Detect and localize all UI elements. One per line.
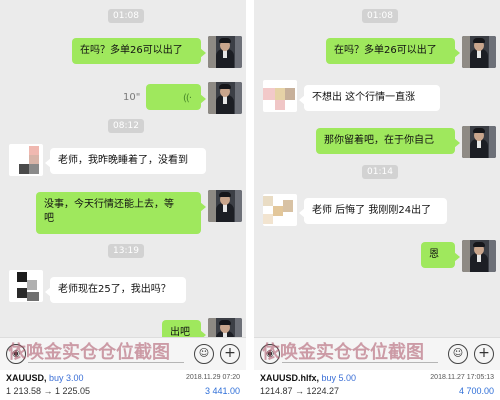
watermark-text: 依唤金实仓仓位截图 [262,342,424,363]
timestamp: 13:19 [108,244,144,258]
trade-datetime: 2018.11.29 07:20 [186,374,240,381]
trade-record[interactable]: XAUUSD, buy 3.00 2018.11.29 07:20 1 213.… [0,370,246,400]
message-text: 老师，我昨晚睡着了，没看到 [58,155,188,166]
message-bubble-outgoing[interactable]: 恩 [421,242,460,268]
message-text: 恩 [429,249,439,260]
teacher-avatar[interactable] [462,126,496,158]
message-text: 老师 后悔了 我刚刚24出了 [312,205,432,216]
panel-divider [246,0,254,400]
client-avatar[interactable] [263,80,297,112]
message-text: 出吧 [170,327,190,337]
screenshot-composite: 01:08 在吗？多单26可以出了 10" ((· 08:12 老师，我昨晚睡着… [0,0,500,400]
trade-record[interactable]: XAUUSD.hlfx, buy 5.00 2018.11.27 17:05:1… [254,370,500,400]
message-bubble-incoming[interactable]: 老师现在25了，我出吗？ [45,277,186,303]
teacher-avatar[interactable] [208,36,242,68]
timestamp: 01:14 [362,165,398,179]
message-bubble-outgoing[interactable]: 在吗？多单26可以出了 [326,38,460,64]
right-chat-panel: 01:08 在吗？多单26可以出了 不想出 这个行情一直涨 那你留着吧，在于你自… [254,0,500,400]
message-bubble-incoming[interactable]: 老师 后悔了 我刚刚24出了 [299,198,447,224]
symbol-text: XAUUSD.hlfx, [260,373,320,383]
teacher-avatar[interactable] [462,240,496,272]
plus-icon[interactable]: + [474,344,494,364]
client-avatar[interactable] [263,194,297,226]
trade-action: buy 3.00 [49,373,84,383]
message-text: 在吗？多单26可以出了 [334,45,437,56]
trade-profit: 4 700.00 [458,386,494,396]
teacher-avatar[interactable] [462,36,496,68]
timestamp: 01:08 [362,9,398,23]
client-avatar[interactable] [9,144,43,176]
message-text-line: 没事，今天行情还能上去，等 [44,199,174,210]
voice-message-bubble[interactable]: ((· [146,84,206,110]
voice-duration: 10" [123,92,141,103]
message-text: 在吗？多单26可以出了 [80,45,183,56]
message-text: 老师现在25了，我出吗？ [58,284,171,295]
symbol-text: XAUUSD, [6,373,47,383]
trade-prices: 1 213.58 → 1 225.05 [6,386,91,396]
timestamp: 01:08 [108,9,144,23]
message-bubble-incoming[interactable]: 不想出 这个行情一直涨 [299,85,440,111]
trade-symbol: XAUUSD, buy 3.00 [6,373,84,383]
trade-prices: 1214.87 → 1224.27 [260,386,340,396]
voice-wave-icon: ((· [183,93,192,104]
chat-area[interactable]: 01:08 在吗？多单26可以出了 不想出 这个行情一直涨 那你留着吧，在于你自… [254,0,500,337]
left-chat-panel: 01:08 在吗？多单26可以出了 10" ((· 08:12 老师，我昨晚睡着… [0,0,246,400]
message-text: 不想出 这个行情一直涨 [312,92,416,103]
chat-area[interactable]: 01:08 在吗？多单26可以出了 10" ((· 08:12 老师，我昨晚睡着… [0,0,246,337]
teacher-avatar[interactable] [208,318,242,337]
emoji-icon[interactable]: ☺ [448,344,468,364]
message-text-line: 吧 [44,213,54,224]
plus-icon[interactable]: + [220,344,240,364]
watermark-text: 依唤金实仓仓位截图 [8,342,170,363]
trade-action: buy 5.00 [321,373,357,383]
message-bubble-outgoing[interactable]: 没事，今天行情还能上去，等 吧 [36,192,206,234]
message-text: 那你留着吧，在于你自己 [324,135,434,146]
timestamp: 08:12 [108,119,144,133]
message-bubble-incoming[interactable]: 老师，我昨晚睡着了，没看到 [45,148,206,174]
teacher-avatar[interactable] [208,190,242,222]
message-bubble-outgoing[interactable]: 那你留着吧，在于你自己 [316,128,460,154]
client-avatar[interactable] [9,270,43,302]
trade-datetime: 2018.11.27 17:05:13 [430,374,494,381]
trade-symbol: XAUUSD.hlfx, buy 5.00 [260,373,356,383]
trade-profit: 3 441.00 [204,386,240,396]
emoji-icon[interactable]: ☺ [194,344,214,364]
teacher-avatar[interactable] [208,82,242,114]
message-bubble-outgoing[interactable]: 出吧 [162,320,206,337]
message-bubble-outgoing[interactable]: 在吗？多单26可以出了 [72,38,206,64]
